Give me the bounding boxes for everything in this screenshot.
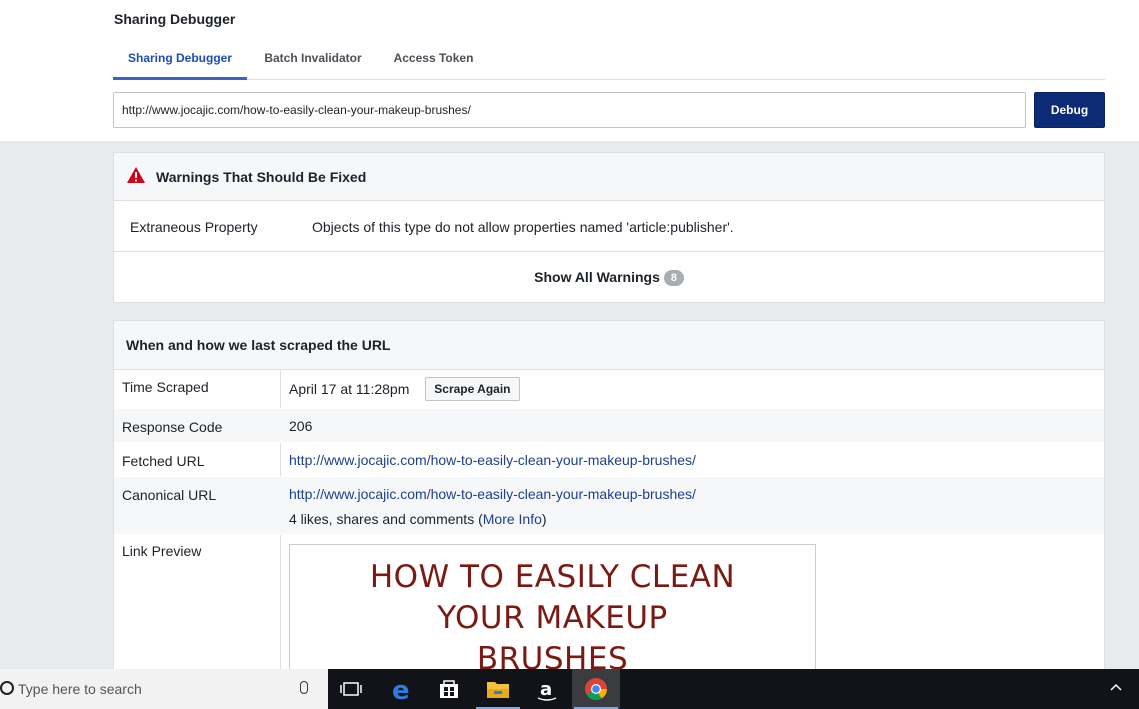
warning-key: Extraneous Property (130, 219, 258, 235)
scrape-header: When and how we last scraped the URL (114, 321, 1104, 370)
svg-text:a: a (540, 679, 552, 700)
url-input[interactable] (113, 92, 1026, 128)
file-explorer-icon[interactable] (474, 669, 522, 709)
amazon-icon[interactable]: a (523, 669, 571, 709)
show-all-warnings-label: Show All Warnings (534, 269, 660, 285)
link-preview-label: Link Preview (122, 543, 202, 559)
scrape-info-panel: When and how we last scraped the URL Tim… (113, 320, 1105, 680)
task-view-icon[interactable] (327, 669, 375, 709)
response-code-label: Response Code (122, 419, 223, 435)
canonical-url-link[interactable]: http://www.jocajic.com/how-to-easily-cle… (289, 486, 696, 502)
tab-sharing-debugger[interactable]: Sharing Debugger (113, 40, 247, 80)
page-title: Sharing Debugger (114, 11, 236, 27)
warning-value: Objects of this type do not allow proper… (312, 219, 734, 235)
time-scraped-value: April 17 at 11:28pm (289, 381, 410, 397)
time-scraped-label: Time Scraped (122, 379, 209, 395)
windows-taskbar: Type here to search e a (0, 669, 1139, 709)
preview-line-1: HOW TO EASILY CLEAN (369, 559, 736, 595)
svg-text:e: e (392, 676, 410, 706)
preview-line-2: YOUR MAKEUP (437, 600, 668, 636)
debugger-header: Sharing Debugger Sharing Debugger Batch … (0, 0, 1139, 141)
engagement-stats-suffix: ) (541, 511, 547, 527)
warning-icon (127, 167, 145, 183)
warnings-title: Warnings That Should Be Fixed (156, 169, 367, 185)
response-code-row: Response Code 206 (114, 409, 1104, 443)
fetched-url-row: Fetched URL http://www.jocajic.com/how-t… (114, 443, 1104, 477)
canonical-url-row: Canonical URL http://www.jocajic.com/how… (114, 477, 1104, 535)
fetched-url-label: Fetched URL (122, 453, 205, 469)
engagement-stats-prefix: 4 likes, shares and comments ( (289, 511, 483, 527)
more-info-link[interactable]: More Info (483, 511, 542, 527)
chevron-up-icon[interactable] (1108, 679, 1124, 695)
microphone-icon[interactable] (300, 681, 308, 694)
show-all-warnings-button[interactable]: Show All Warnings 8 (114, 252, 1104, 302)
preview-image-text: HOW TO EASILY CLEAN YOUR MAKEUP BRUSHES (290, 557, 815, 679)
taskbar-search-box[interactable]: Type here to search (0, 669, 328, 709)
tab-batch-invalidator[interactable]: Batch Invalidator (252, 40, 374, 80)
time-scraped-row: Time Scraped April 17 at 11:28pm Scrape … (114, 370, 1104, 409)
link-preview-card[interactable]: HOW TO EASILY CLEAN YOUR MAKEUP BRUSHES (289, 544, 816, 679)
scrape-title: When and how we last scraped the URL (126, 337, 391, 353)
response-code-value: 206 (289, 418, 313, 434)
warnings-header: Warnings That Should Be Fixed (114, 153, 1104, 201)
tab-access-token[interactable]: Access Token (381, 40, 486, 80)
tab-bar: Sharing Debugger Batch Invalidator Acces… (113, 40, 1105, 80)
engagement-stats: 4 likes, shares and comments (More Info) (289, 511, 547, 527)
cortana-icon (0, 681, 14, 695)
edge-browser-icon[interactable]: e (377, 669, 425, 709)
canonical-url-label: Canonical URL (122, 487, 217, 503)
chrome-icon[interactable] (572, 669, 620, 709)
store-icon[interactable] (425, 669, 473, 709)
warning-row: Extraneous Property Objects of this type… (114, 201, 1104, 252)
warnings-panel: Warnings That Should Be Fixed Extraneous… (113, 152, 1105, 303)
taskbar-search-placeholder: Type here to search (18, 681, 142, 697)
warnings-count-badge: 8 (663, 270, 684, 286)
fetched-url-link[interactable]: http://www.jocajic.com/how-to-easily-cle… (289, 452, 696, 468)
scrape-again-button[interactable]: Scrape Again (425, 377, 520, 401)
debug-button[interactable]: Debug (1034, 92, 1105, 128)
